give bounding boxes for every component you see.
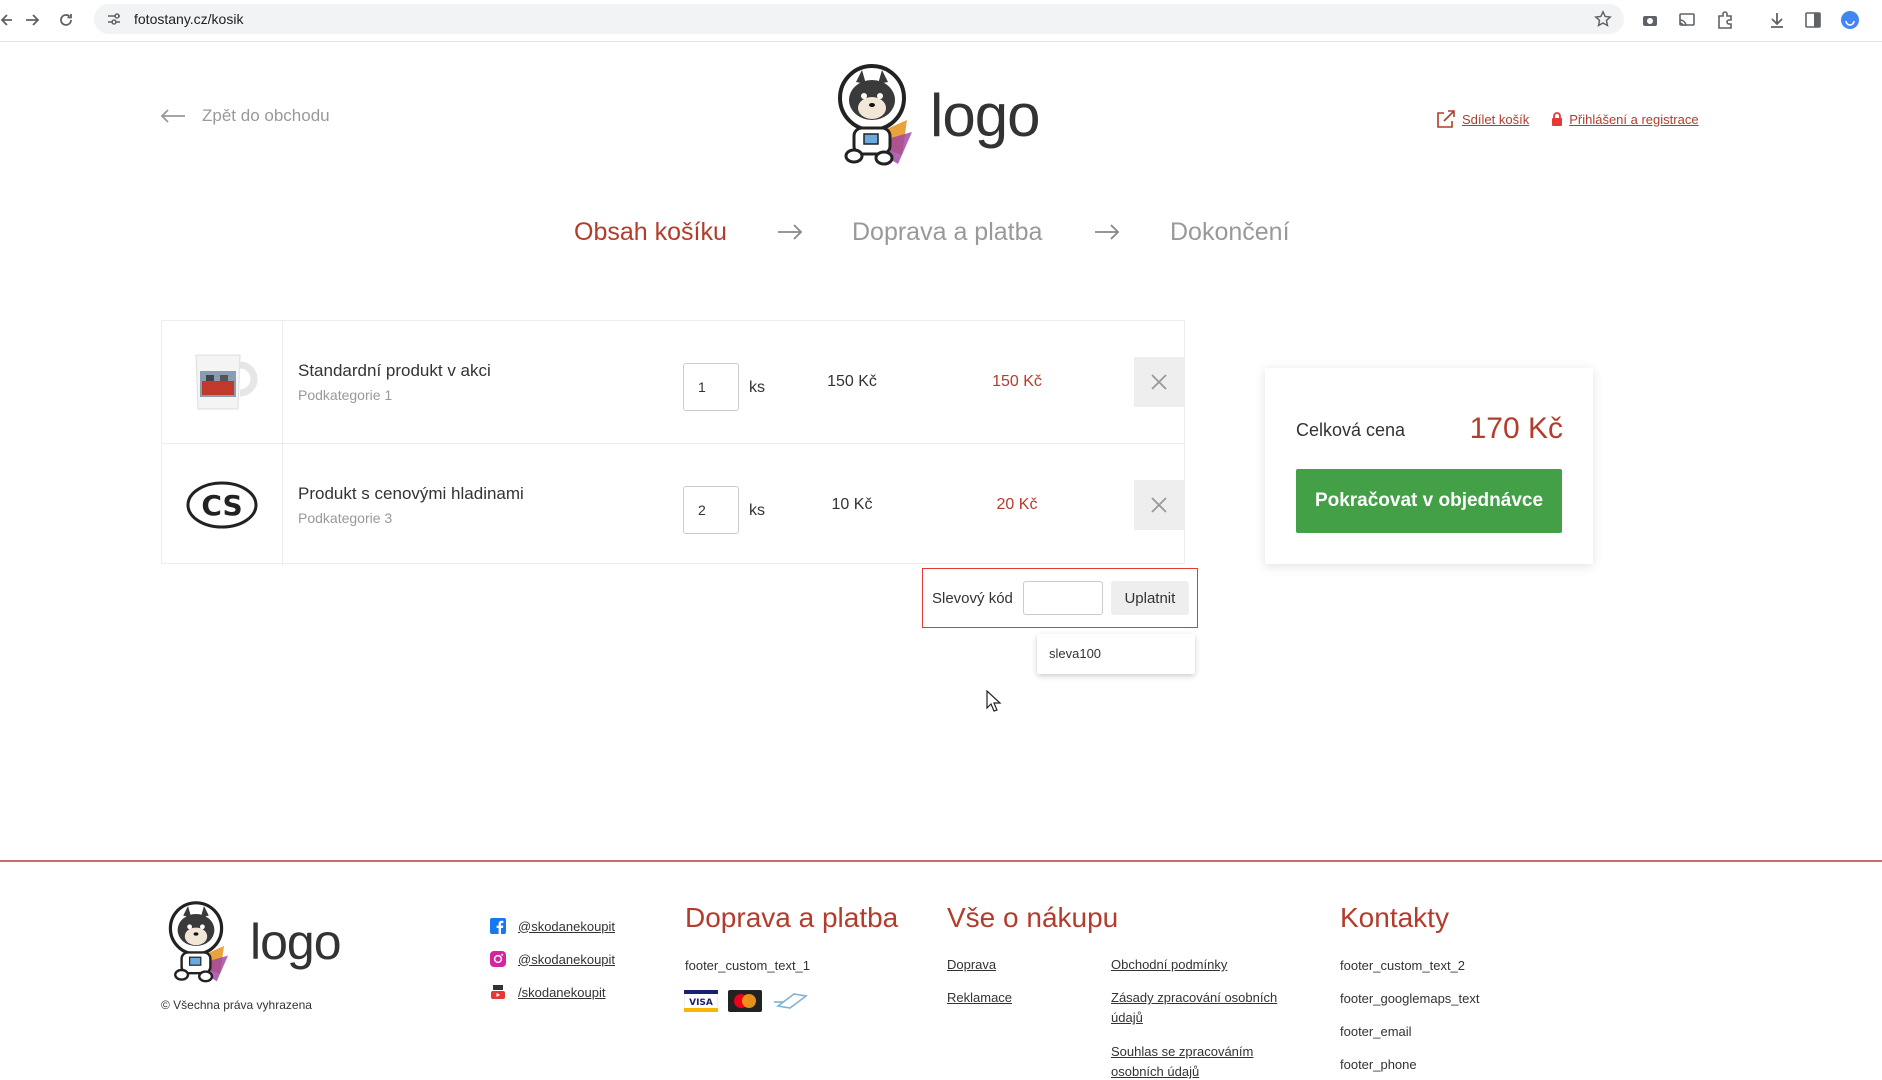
facebook-link[interactable]: @skodanekoupit [490,918,615,934]
footer-logo-text: logo [250,914,342,970]
footer-link-complaints[interactable]: Reklamace [947,988,1012,1008]
back-arrow-icon[interactable] [0,9,14,31]
product-name[interactable]: Standardní produkt v akci [298,361,491,381]
reload-icon[interactable] [58,9,74,31]
mug-image[interactable] [162,321,283,443]
profile-avatar-icon[interactable] [1840,10,1860,30]
cs-sticker-image[interactable]: CS [162,444,283,566]
cast-extension-icon[interactable] [1677,10,1697,30]
autocomplete-suggestion[interactable]: sleva100 [1037,634,1195,674]
youtube-link[interactable]: /skodanekoupit [490,984,615,1000]
total-price-value: 170 Kč [1469,412,1563,445]
back-to-shop-label: Zpět do obchodu [202,106,330,125]
instagram-link[interactable]: @skodanekoupit [490,951,615,967]
footer-contacts-title: Kontakty [1340,902,1449,933]
login-register-link[interactable]: Přihlášení a registrace [1551,111,1699,127]
order-summary: Celková cena 170 Kč Pokračovat v objedná… [1265,368,1593,564]
facebook-icon [490,918,506,934]
youtube-handle: /skodanekoupit [518,984,606,1000]
mouse-cursor-icon [986,690,1002,712]
product-category: Podkategorie 3 [298,510,393,526]
site-settings-icon[interactable] [106,11,122,27]
close-icon [1151,497,1167,513]
astronaut-dog-logo-icon [838,64,912,166]
unit-price: 150 Kč [827,373,877,390]
back-to-shop-link[interactable]: Zpět do obchodu [160,106,330,126]
quantity-input[interactable] [683,486,739,534]
footer-shipping-title: Doprava a platba [685,902,899,933]
footer-custom-text-1: footer_custom_text_1 [685,958,811,973]
remove-item-button[interactable] [1134,357,1184,407]
side-panel-icon[interactable] [1803,10,1823,30]
payment-methods: VISA [684,990,820,1012]
header-links: Sdílet košík Přihlášení a registrace [1436,110,1721,128]
logo-text: logo [930,81,1040,149]
footer-email[interactable]: footer_email [1340,1024,1412,1039]
share-cart-label: Sdílet košík [1462,111,1530,127]
remove-item-button[interactable] [1134,480,1184,530]
footer-link-privacy[interactable]: Zásady zpracování osobních údajů [1111,988,1301,1028]
close-icon [1151,374,1167,390]
svg-text:VISA: VISA [689,998,713,1008]
svg-text:CS: CS [201,489,242,522]
step-completion: Dokončení [1170,218,1290,246]
lock-icon [1552,111,1563,126]
share-icon [1437,110,1455,128]
product-name[interactable]: Produkt s cenovými hladinami [298,484,524,504]
footer-about-title: Vše o nákupu [947,902,1119,933]
address-bar[interactable]: fotostany.cz/kosik [94,4,1624,34]
downloads-icon[interactable] [1767,10,1787,30]
mastercard-icon [728,990,762,1012]
step-arrow-icon [1093,220,1121,249]
social-links: @skodanekoupit @skodanekoupit /skodaneko… [490,918,615,1017]
cart-row: CS Produkt s cenovými hladinami Podkateg… [162,443,1184,566]
step-shipping-payment: Doprava a platba [852,218,1043,246]
footer: logo © Všechna práva vyhrazena @skodanek… [0,860,1882,1080]
continue-order-button[interactable]: Pokračovat v objednávce [1296,469,1562,533]
login-register-label: Přihlášení a registrace [1569,111,1699,127]
copyright-text: © Všechna práva vyhrazena [161,998,312,1012]
discount-code-input[interactable] [1022,581,1103,615]
footer-googlemaps-text: footer_googlemaps_text [1340,991,1480,1006]
browser-toolbar: fotostany.cz/kosik [0,0,1882,42]
camera-extension-icon[interactable] [1640,10,1660,30]
youtube-icon [491,985,505,999]
footer-link-terms[interactable]: Obchodní podmínky [1111,955,1301,975]
forward-arrow-icon[interactable] [24,9,40,31]
instagram-icon [490,951,506,967]
quantity-unit: ks [749,379,765,396]
share-cart-link[interactable]: Sdílet košík [1436,110,1529,128]
line-total: 20 Kč [996,496,1038,513]
footer-phone[interactable]: footer_phone [1340,1057,1417,1072]
apply-discount-button[interactable]: Uplatnit [1110,581,1189,615]
total-price-label: Celková cena [1296,420,1406,440]
footer-link-shipping[interactable]: Doprava [947,955,996,975]
footer-logo[interactable]: logo [164,898,342,986]
footer-custom-text-2: footer_custom_text_2 [1340,958,1466,973]
header-logo[interactable]: logo [832,60,1040,170]
visa-icon: VISA [684,990,718,1012]
instagram-handle: @skodanekoupit [518,951,616,967]
quantity-input[interactable] [683,363,739,411]
product-category: Podkategorie 1 [298,387,393,403]
cart-table: Standardní produkt v akci Podkategorie 1… [161,320,1185,566]
cart-row: Standardní produkt v akci Podkategorie 1… [162,321,1184,443]
extensions-puzzle-icon[interactable] [1715,10,1735,30]
footer-link-consent[interactable]: Souhlas se zpracováním osobních údajů [1111,1042,1281,1080]
unit-price: 10 Kč [831,496,873,513]
astronaut-dog-logo-icon [168,901,228,983]
line-total: 150 Kč [992,373,1042,390]
discount-code-form: Slevový kód Uplatnit [922,568,1198,628]
facebook-handle: @skodanekoupit [518,918,616,934]
discount-code-label: Slevový kód [932,589,1013,607]
url-text: fotostany.cz/kosik [134,11,244,27]
step-cart-contents: Obsah košíku [574,218,727,246]
step-arrow-icon [776,220,804,249]
arrow-left-icon [160,109,185,123]
bookmark-star-icon[interactable] [1594,10,1612,28]
quantity-unit: ks [749,502,765,519]
wallet-icon [774,993,808,1009]
